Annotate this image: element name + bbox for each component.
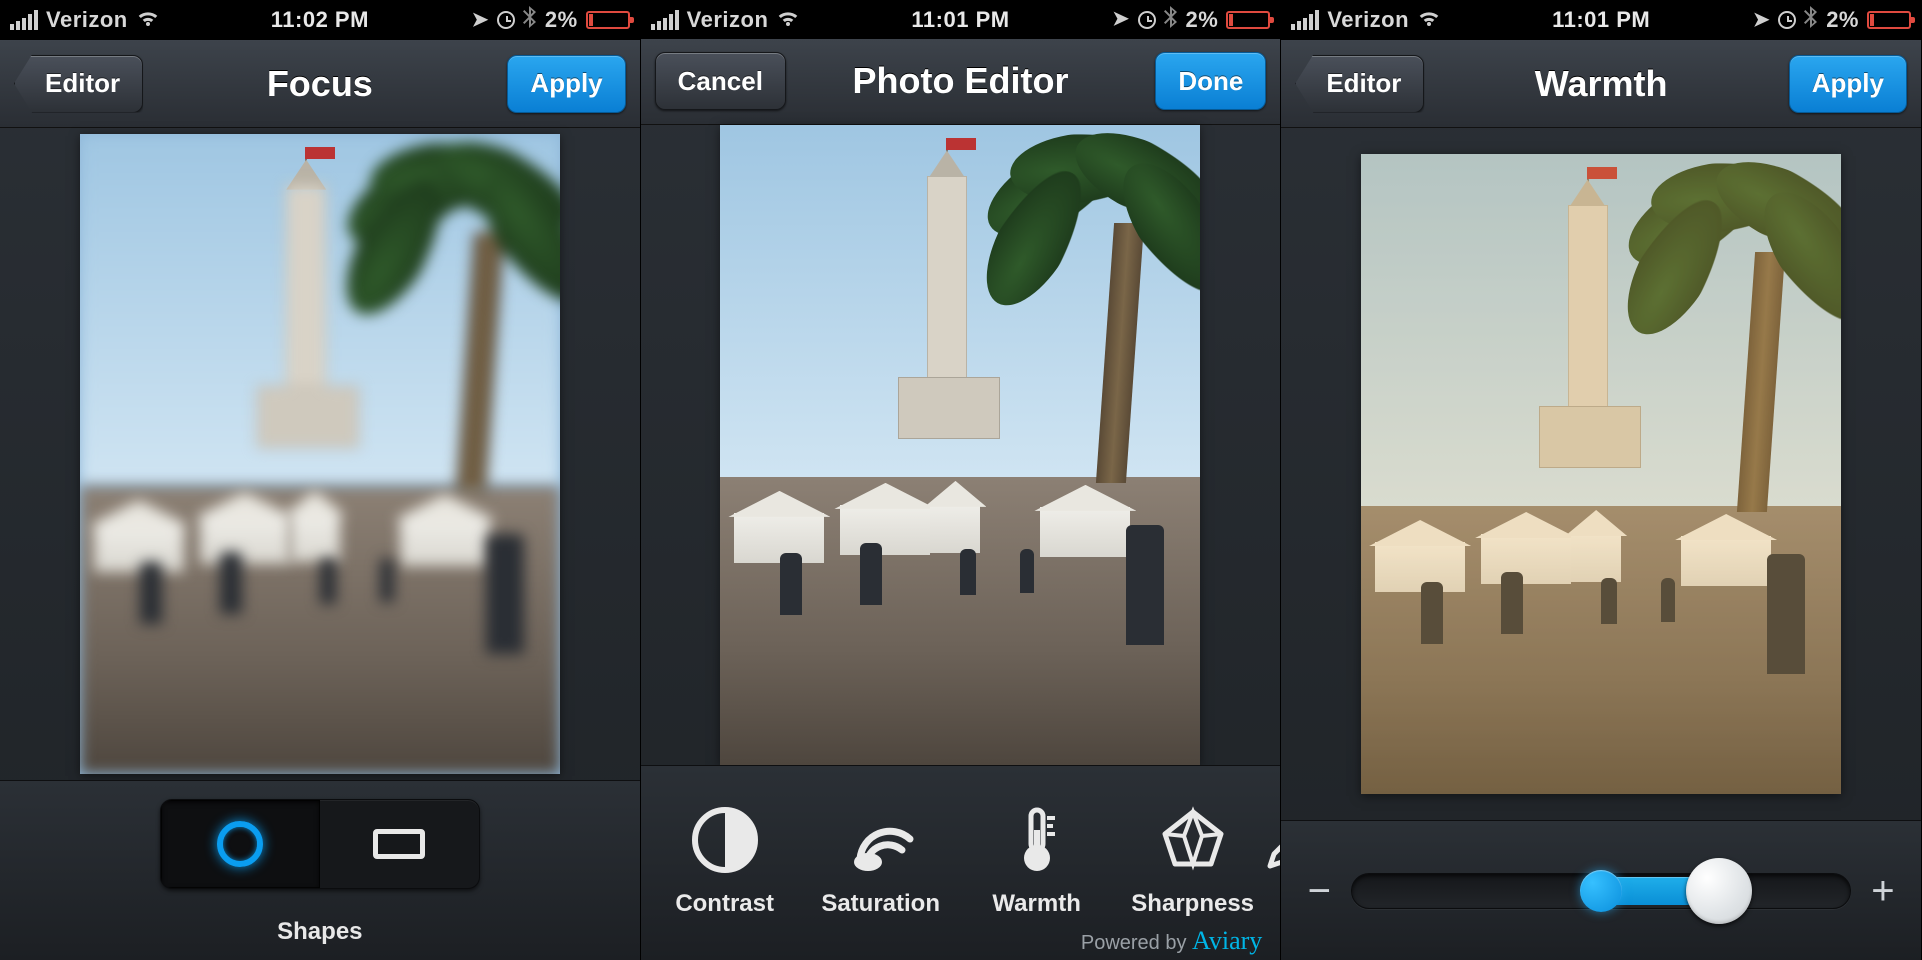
- bluetooth-icon: [1804, 6, 1818, 34]
- status-bar: Verizon 11:01 PM ➤ 2%: [641, 0, 1281, 39]
- tool-label: Sharpness: [1131, 890, 1254, 918]
- circle-icon: [217, 821, 263, 867]
- status-time: 11:02 PM: [261, 7, 379, 33]
- contrast-icon: [689, 804, 761, 876]
- tool-sharpness[interactable]: Sharpness: [1115, 766, 1271, 936]
- tool-warmth[interactable]: Warmth: [959, 766, 1115, 936]
- slider-plus[interactable]: +: [1869, 871, 1897, 911]
- warmth-slider[interactable]: − +: [1305, 868, 1897, 914]
- pencil-icon: [1260, 804, 1281, 876]
- tool-strip[interactable]: Contrast Saturation Warmth: [641, 765, 1281, 960]
- location-icon: ➤: [1753, 7, 1770, 32]
- clock-icon: [1138, 11, 1156, 29]
- location-icon: ➤: [1112, 6, 1129, 31]
- screen-warmth: Verizon 11:01 PM ➤ 2% Editor Warmth Appl…: [1281, 0, 1922, 960]
- signal-icon: [1291, 10, 1319, 30]
- location-icon: ➤: [472, 7, 489, 32]
- screen-photo-editor: Verizon 11:01 PM ➤ 2% Cancel Photo Edito…: [641, 0, 1282, 960]
- powered-by: Powered by Aviary: [1081, 926, 1262, 956]
- tool-label: Contrast: [675, 890, 774, 918]
- carrier-label: Verizon: [46, 7, 128, 33]
- slider-track[interactable]: [1351, 868, 1851, 914]
- done-button[interactable]: Done: [1155, 52, 1266, 110]
- tool-saturation[interactable]: Saturation: [803, 766, 959, 936]
- battery-pct: 2%: [545, 7, 578, 33]
- photo-preview[interactable]: [80, 134, 560, 774]
- editor-back-button[interactable]: Editor: [1295, 55, 1424, 113]
- bluetooth-icon: [523, 6, 537, 34]
- slider-origin: [1580, 870, 1622, 912]
- screen-focus: Verizon 11:02 PM ➤ 2% Editor Focus Apply: [0, 0, 641, 960]
- photo-stage[interactable]: [1281, 128, 1921, 820]
- rectangle-icon: [373, 829, 425, 859]
- tool-label: Warmth: [992, 890, 1080, 918]
- clock-icon: [497, 11, 515, 29]
- battery-icon: [1867, 11, 1911, 29]
- shape-circle-option[interactable]: [161, 800, 320, 888]
- photo-stage[interactable]: [0, 128, 640, 780]
- cancel-button[interactable]: Cancel: [655, 52, 786, 110]
- wifi-icon: [136, 8, 160, 32]
- clock-icon: [1778, 11, 1796, 29]
- carrier-label: Verizon: [687, 7, 769, 33]
- shape-segmented-control: [160, 799, 480, 889]
- signal-icon: [10, 10, 38, 30]
- status-bar: Verizon 11:02 PM ➤ 2%: [0, 0, 640, 40]
- photo-stage[interactable]: [641, 125, 1281, 765]
- battery-pct: 2%: [1186, 7, 1219, 33]
- warmth-toolbar: − +: [1281, 820, 1921, 960]
- status-time: 11:01 PM: [1542, 7, 1660, 33]
- shapes-label: Shapes: [0, 918, 640, 946]
- sharpness-icon: [1157, 804, 1229, 876]
- shape-rect-option[interactable]: [320, 800, 479, 888]
- nav-bar: Editor Focus Apply: [0, 40, 640, 128]
- tool-contrast[interactable]: Contrast: [647, 766, 803, 936]
- wifi-icon: [776, 8, 800, 32]
- battery-icon: [1226, 11, 1270, 29]
- slider-thumb[interactable]: [1686, 858, 1752, 924]
- photo-preview[interactable]: [720, 125, 1200, 765]
- status-time: 11:01 PM: [901, 7, 1019, 33]
- tool-next-partial[interactable]: D: [1271, 766, 1281, 936]
- photo-preview[interactable]: [1361, 154, 1841, 794]
- battery-pct: 2%: [1826, 7, 1859, 33]
- nav-bar: Editor Warmth Apply: [1281, 40, 1921, 128]
- battery-icon: [586, 11, 630, 29]
- focus-toolbar: Shapes: [0, 780, 640, 960]
- editor-back-button[interactable]: Editor: [14, 55, 143, 113]
- apply-button[interactable]: Apply: [507, 55, 625, 113]
- apply-button[interactable]: Apply: [1789, 55, 1907, 113]
- warmth-icon: [1001, 804, 1073, 876]
- carrier-label: Verizon: [1327, 7, 1409, 33]
- bluetooth-icon: [1164, 6, 1178, 34]
- saturation-icon: [845, 804, 917, 876]
- slider-minus[interactable]: −: [1305, 871, 1333, 911]
- status-bar: Verizon 11:01 PM ➤ 2%: [1281, 0, 1921, 40]
- tool-label: Saturation: [821, 890, 940, 918]
- wifi-icon: [1417, 8, 1441, 32]
- nav-bar: Cancel Photo Editor Done: [641, 39, 1281, 125]
- signal-icon: [651, 10, 679, 30]
